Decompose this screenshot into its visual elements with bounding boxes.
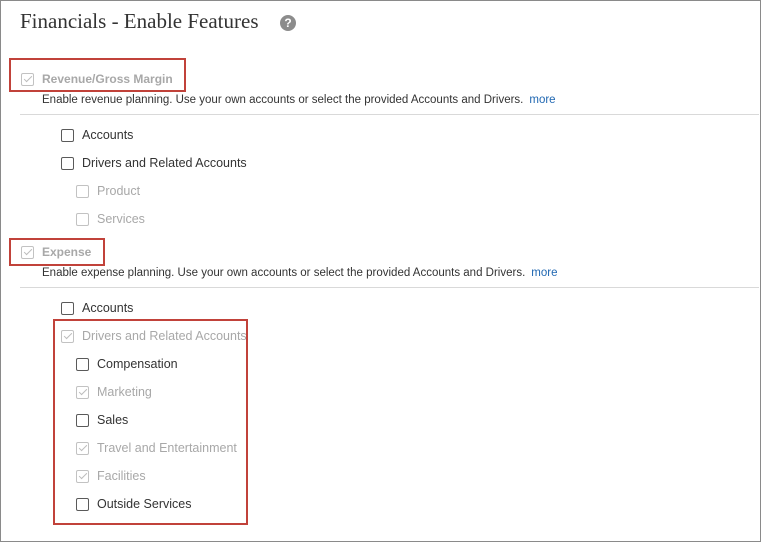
revenue-description-text: Enable revenue planning. Use your own ac… bbox=[42, 94, 524, 106]
expense-sales-checkbox[interactable] bbox=[76, 413, 89, 427]
revenue-checkbox[interactable] bbox=[21, 72, 34, 86]
revenue-drivers-label: Drivers and Related Accounts bbox=[82, 156, 247, 170]
expense-travel-option[interactable]: Travel and Entertainment bbox=[76, 439, 237, 457]
expense-facilities-label: Facilities bbox=[97, 469, 146, 483]
expense-more-link[interactable]: more bbox=[531, 267, 557, 279]
page-title: Financials - Enable Features bbox=[20, 9, 259, 33]
expense-travel-checkbox[interactable] bbox=[76, 441, 89, 455]
help-icon[interactable]: ? bbox=[280, 15, 296, 31]
revenue-description: Enable revenue planning. Use your own ac… bbox=[42, 94, 556, 106]
expense-description: Enable expense planning. Use your own ac… bbox=[42, 267, 557, 279]
expense-outside-services-option[interactable]: Outside Services bbox=[76, 495, 191, 513]
revenue-divider bbox=[20, 114, 759, 115]
expense-description-text: Enable expense planning. Use your own ac… bbox=[42, 267, 526, 279]
expense-compensation-label: Compensation bbox=[97, 357, 178, 371]
expense-compensation-checkbox[interactable] bbox=[76, 357, 89, 371]
expense-accounts-label: Accounts bbox=[82, 301, 134, 315]
expense-facilities-option[interactable]: Facilities bbox=[76, 467, 146, 485]
revenue-label: Revenue/Gross Margin bbox=[42, 72, 173, 86]
expense-drivers-option[interactable]: Drivers and Related Accounts bbox=[61, 327, 247, 345]
revenue-services-checkbox bbox=[76, 212, 89, 226]
expense-accounts-checkbox[interactable] bbox=[61, 301, 74, 315]
expense-drivers-checkbox[interactable] bbox=[61, 329, 74, 343]
revenue-product-option: Product bbox=[76, 182, 140, 200]
revenue-services-label: Services bbox=[97, 212, 145, 226]
expense-outside-services-label: Outside Services bbox=[97, 497, 192, 511]
revenue-section-checkbox-row[interactable]: Revenue/Gross Margin bbox=[21, 70, 173, 88]
revenue-accounts-label: Accounts bbox=[82, 128, 134, 142]
revenue-drivers-option[interactable]: Drivers and Related Accounts bbox=[61, 154, 247, 172]
expense-marketing-option[interactable]: Marketing bbox=[76, 383, 152, 401]
revenue-accounts-checkbox[interactable] bbox=[61, 128, 74, 142]
revenue-product-checkbox bbox=[76, 184, 89, 198]
expense-divider bbox=[20, 287, 759, 288]
revenue-product-label: Product bbox=[97, 184, 141, 198]
expense-label: Expense bbox=[42, 245, 92, 259]
revenue-services-option: Services bbox=[76, 210, 145, 228]
expense-marketing-checkbox[interactable] bbox=[76, 385, 89, 399]
expense-accounts-option[interactable]: Accounts bbox=[61, 299, 133, 317]
expense-sales-option[interactable]: Sales bbox=[76, 411, 128, 429]
expense-travel-label: Travel and Entertainment bbox=[97, 441, 237, 455]
expense-checkbox[interactable] bbox=[21, 245, 34, 259]
expense-sales-label: Sales bbox=[97, 413, 129, 427]
expense-facilities-checkbox[interactable] bbox=[76, 469, 89, 483]
revenue-drivers-checkbox[interactable] bbox=[61, 156, 74, 170]
revenue-accounts-option[interactable]: Accounts bbox=[61, 126, 133, 144]
expense-marketing-label: Marketing bbox=[97, 385, 152, 399]
expense-drivers-label: Drivers and Related Accounts bbox=[82, 329, 247, 343]
revenue-more-link[interactable]: more bbox=[529, 94, 555, 106]
expense-compensation-option[interactable]: Compensation bbox=[76, 355, 178, 373]
expense-section-checkbox-row[interactable]: Expense bbox=[21, 243, 91, 261]
expense-outside-services-checkbox[interactable] bbox=[76, 497, 89, 511]
